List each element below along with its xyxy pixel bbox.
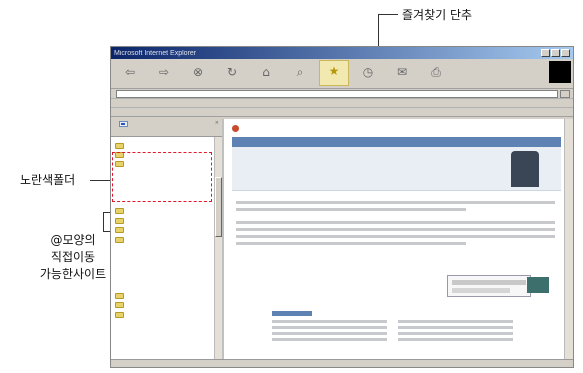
favorites-button-callout: 즐겨찾기 단추 — [402, 8, 473, 22]
favorites-button[interactable]: ★ — [319, 60, 349, 86]
site-banner — [232, 147, 561, 191]
search-icon: ⌕ — [296, 64, 304, 79]
print-icon: ⎙ — [431, 64, 441, 79]
news-column-right — [398, 311, 519, 341]
favorites-folder[interactable] — [115, 141, 220, 150]
yellow-folder-callout: 노란색폴더 — [20, 173, 76, 187]
at-site-callout-line1: @모양의 — [50, 233, 96, 247]
back-button[interactable]: ⇦ — [115, 60, 145, 86]
banner-photo — [511, 151, 539, 187]
favorites-site[interactable] — [115, 121, 220, 281]
intro-text — [232, 201, 561, 245]
print-button[interactable]: ⎙ — [421, 60, 451, 86]
folder-icon — [115, 302, 124, 309]
history-button[interactable]: ◷ — [353, 60, 383, 86]
favorites-folder[interactable] — [115, 301, 220, 310]
favorites-folder[interactable] — [115, 216, 220, 225]
site-nav-bar[interactable] — [232, 137, 561, 147]
address-input[interactable] — [116, 89, 558, 98]
favorites-folder[interactable] — [115, 310, 220, 319]
mail-icon: ✉ — [396, 65, 408, 79]
favorites-folder[interactable] — [115, 226, 220, 235]
callout-line-yellow — [90, 180, 112, 181]
stop-icon: ⊗ — [192, 65, 204, 79]
callout-bracket-v — [103, 212, 104, 232]
standard-toolbar: ⇦ ⇨ ⊗ ↻ ⌂ ⌕ ★ ◷ ✉ ⎙ — [111, 59, 573, 89]
history-icon: ◷ — [362, 65, 374, 79]
title-bar: Microsoft Internet Explorer — [111, 47, 573, 59]
news-section — [272, 311, 541, 341]
go-button[interactable] — [560, 89, 570, 98]
favorites-site[interactable] — [115, 121, 220, 272]
links-bar — [111, 99, 573, 108]
news-column-left — [272, 311, 393, 341]
refresh-button[interactable]: ↻ — [217, 60, 247, 86]
browser-logo — [549, 61, 571, 83]
favorites-pane-close-icon[interactable]: × — [215, 119, 219, 128]
favorites-site[interactable] — [115, 121, 220, 253]
favorites-site[interactable] — [115, 121, 220, 291]
callout-line-top-h — [378, 14, 398, 15]
at-site-callout: @모양의 직접이동 가능한사이트 — [38, 232, 108, 283]
close-button[interactable] — [561, 49, 570, 57]
status-bar — [111, 359, 573, 367]
menu-bar — [111, 108, 573, 117]
yellow-folder-highlight — [112, 152, 212, 202]
folder-icon — [115, 236, 124, 243]
site-search-image — [527, 277, 549, 293]
mail-button[interactable]: ✉ — [387, 60, 417, 86]
favorites-site[interactable] — [115, 121, 220, 263]
folder-icon — [115, 142, 124, 149]
browser-window: Microsoft Internet Explorer ⇦ ⇨ ⊗ ↻ ⌂ ⌕ … — [110, 46, 574, 368]
folder-icon — [115, 208, 124, 215]
folder-icon — [115, 227, 124, 234]
home-icon: ⌂ — [262, 65, 270, 79]
window-controls — [541, 49, 570, 57]
folder-icon — [115, 292, 124, 299]
stop-button[interactable]: ⊗ — [183, 60, 213, 86]
site-logo-icon — [232, 124, 239, 132]
favorites-icon: ★ — [328, 64, 340, 78]
web-page-content — [224, 119, 573, 359]
address-bar — [111, 89, 573, 99]
search-button[interactable]: ⌕ — [285, 60, 315, 86]
page-scrollbar[interactable] — [564, 119, 573, 359]
favorites-folder[interactable] — [115, 291, 220, 300]
home-button[interactable]: ⌂ — [251, 60, 281, 86]
minimize-button[interactable] — [541, 49, 550, 57]
refresh-icon: ↻ — [226, 65, 238, 79]
at-site-callout-line3: 가능한사이트 — [39, 267, 107, 281]
window-title: Microsoft Internet Explorer — [114, 49, 197, 57]
site-search-box[interactable] — [447, 275, 531, 297]
web-page — [232, 121, 561, 359]
favorites-scrollbar[interactable] — [214, 137, 222, 359]
folder-icon — [115, 217, 124, 224]
favorites-scroll-thumb[interactable] — [215, 177, 222, 237]
folder-icon — [115, 311, 124, 318]
back-icon: ⇦ — [124, 65, 136, 79]
favorites-pane-toolbar — [111, 128, 222, 137]
favorites-folder[interactable] — [115, 207, 220, 216]
at-site-callout-line2: 직접이동 — [50, 250, 96, 264]
forward-icon: ⇨ — [158, 65, 170, 79]
forward-button[interactable]: ⇨ — [149, 60, 179, 86]
maximize-button[interactable] — [551, 49, 560, 57]
favorites-folder[interactable] — [115, 235, 220, 244]
site-logo[interactable] — [232, 121, 561, 135]
